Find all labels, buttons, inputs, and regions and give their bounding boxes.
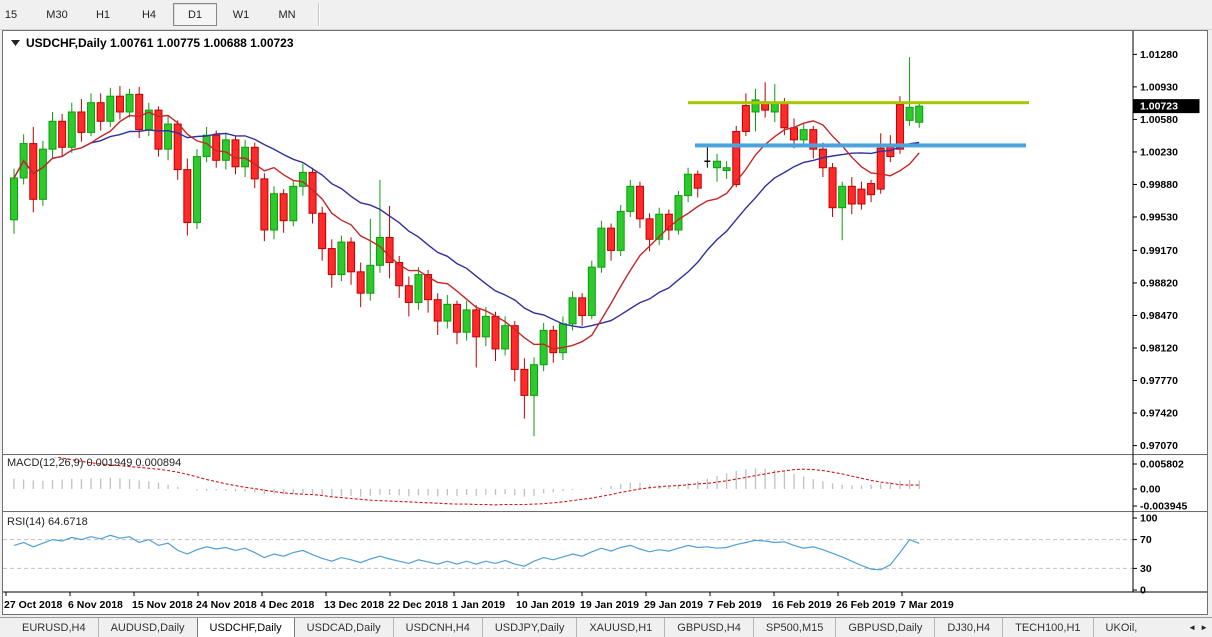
svg-text:4 Dec 2018: 4 Dec 2018 [260,599,314,611]
svg-text:USDCHF,Daily 1.00761 1.00775: USDCHF,Daily 1.00761 1.00775 1.00688 1.0… [26,36,294,50]
chart-tab-usdjpy-daily[interactable]: USDJPY,Daily [482,618,577,637]
svg-text:70: 70 [1140,534,1152,546]
svg-text:1.00230: 1.00230 [1140,146,1178,158]
svg-text:100: 100 [1140,513,1158,525]
svg-text:19 Jan 2019: 19 Jan 2019 [580,599,639,611]
chart-tab-eurusd-h4[interactable]: EURUSD,H4 [10,618,98,637]
rsi-label: RSI(14) 64.6718 [7,516,88,528]
chart-tabs: EURUSD,H4AUDUSD,DailyUSDCHF,DailyUSDCAD,… [0,617,1212,637]
svg-text:10 Jan 2019: 10 Jan 2019 [516,599,575,611]
svg-text:0.97770: 0.97770 [1140,375,1178,387]
current-price-marker: 1.00723 [1134,99,1200,113]
chart-tab-gbpusd-daily[interactable]: GBPUSD,Daily [835,618,934,637]
svg-text:0.99170: 0.99170 [1140,245,1178,257]
chart-tab-sp500-m15[interactable]: SP500,M15 [753,618,835,637]
resistance-hline[interactable] [688,101,1029,104]
svg-text:16 Feb 2019: 16 Feb 2019 [772,599,832,611]
svg-text:0.98470: 0.98470 [1140,310,1178,322]
timeframe-button-m30[interactable]: M30 [35,3,79,26]
svg-text:0.97420: 0.97420 [1140,408,1178,420]
svg-text:6 Nov 2018: 6 Nov 2018 [68,599,123,611]
svg-text:1.00723: 1.00723 [1140,101,1178,113]
svg-text:0.98120: 0.98120 [1140,343,1178,355]
svg-text:27 Oct 2018: 27 Oct 2018 [4,599,63,611]
svg-text:0.97070: 0.97070 [1140,440,1178,452]
timeframe-button-h1[interactable]: H1 [81,3,125,26]
timeframe-button-h4[interactable]: H4 [127,3,171,26]
macd-label: MACD(12,26,9) 0.001949 0.000894 [7,457,181,469]
svg-text:0.99530: 0.99530 [1140,211,1178,223]
timeframe-button-15[interactable]: 15 [0,3,33,26]
timeframe-button-d1[interactable]: D1 [173,3,217,26]
timeframe-button-mn[interactable]: MN [265,3,309,26]
svg-text:13 Dec 2018: 13 Dec 2018 [324,599,384,611]
chart-tab-usdcad-daily[interactable]: USDCAD,Daily [295,618,393,637]
tab-scroll-right-icon[interactable]: ► [1200,623,1208,632]
svg-text:30: 30 [1140,563,1152,575]
svg-text:7 Mar 2019: 7 Mar 2019 [900,599,954,611]
chart-tab-usdchf-daily[interactable]: USDCHF,Daily [197,617,295,637]
chart-tab-audusd-daily[interactable]: AUDUSD,Daily [98,618,197,637]
chart-tab-tech100-h1[interactable]: TECH100,H1 [1002,618,1092,637]
svg-text:0: 0 [1140,585,1146,597]
svg-text:1.00580: 1.00580 [1140,114,1178,126]
chart-tab-usdcnh-h4[interactable]: USDCNH,H4 [393,618,482,637]
svg-text:0.99880: 0.99880 [1140,179,1178,191]
svg-text:0.005802: 0.005802 [1140,458,1184,470]
chart-canvas[interactable]: USDCHF,Daily 1.00761 1.00775 1.00688 1.0… [3,31,1207,614]
svg-text:26 Feb 2019: 26 Feb 2019 [836,599,896,611]
svg-text:0.98820: 0.98820 [1140,277,1178,289]
chart-tab-xauusd-h1[interactable]: XAUUSD,H1 [576,618,664,637]
chart-window: USDCHF,Daily 1.00761 1.00775 1.00688 1.0… [2,30,1208,615]
support-hline[interactable] [695,143,1026,147]
svg-text:29 Jan 2019: 29 Jan 2019 [644,599,703,611]
svg-text:0.00: 0.00 [1140,484,1161,496]
svg-text:1.00930: 1.00930 [1140,81,1178,93]
timeframe-button-w1[interactable]: W1 [219,3,263,26]
svg-text:24 Nov 2018: 24 Nov 2018 [196,599,257,611]
svg-text:1 Jan 2019: 1 Jan 2019 [452,599,505,611]
svg-text:7 Feb 2019: 7 Feb 2019 [708,599,762,611]
toolbar-separator [318,3,320,26]
chart-tab-gbpusd-h4[interactable]: GBPUSD,H4 [664,618,753,637]
svg-text:1.01280: 1.01280 [1140,49,1178,61]
chart-tab-dj30-h4[interactable]: DJ30,H4 [934,618,1002,637]
timeframe-toolbar: 15M30H1H4D1W1MN [0,0,1212,30]
svg-text:15 Nov 2018: 15 Nov 2018 [132,599,193,611]
svg-text:-0.003945: -0.003945 [1140,501,1187,513]
chart-legend: USDCHF,Daily 1.00761 1.00775 1.00688 1.0… [11,36,294,50]
tab-scroll-left-icon[interactable]: ◄ [1188,623,1196,632]
chart-tab-ukoil[interactable]: UKOil, [1093,618,1150,637]
svg-text:22 Dec 2018: 22 Dec 2018 [388,599,448,611]
